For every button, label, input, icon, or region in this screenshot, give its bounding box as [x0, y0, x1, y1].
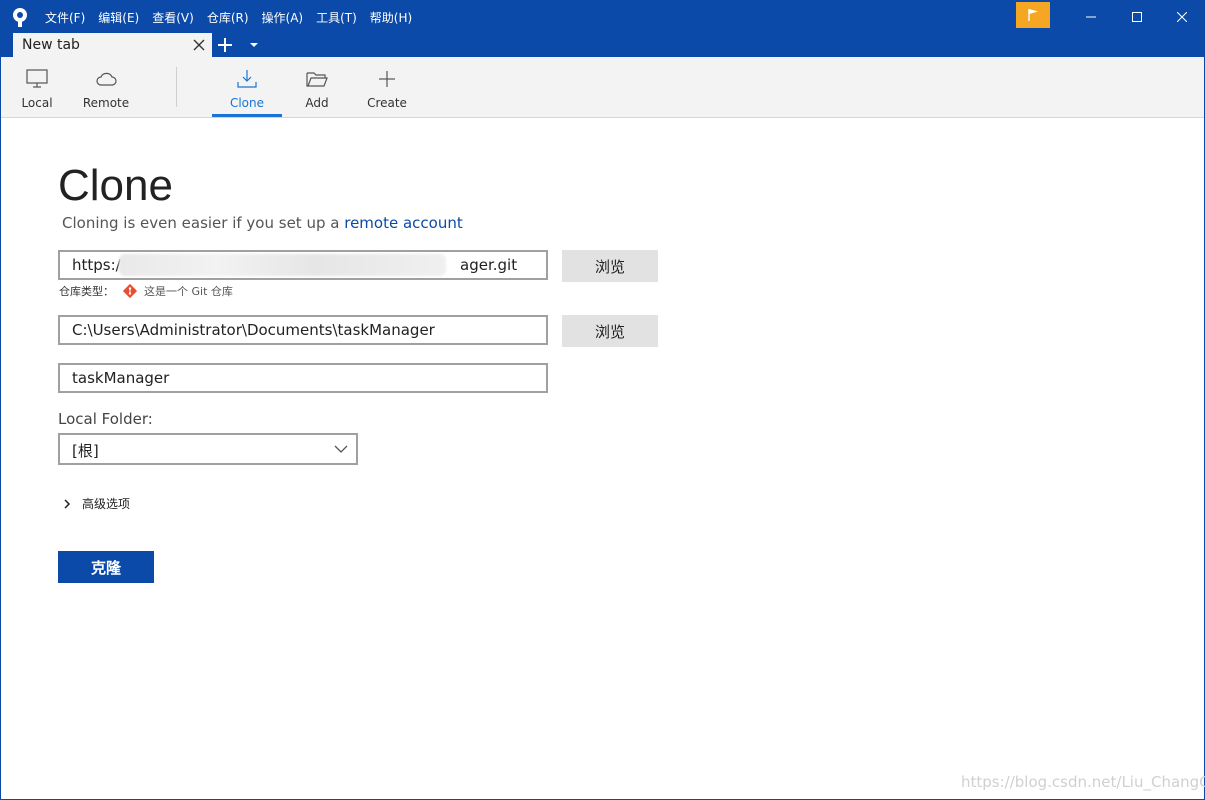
repo-type-indicator: 仓库类型： 这是一个 Git 仓库 [59, 283, 233, 299]
close-icon [1177, 12, 1187, 22]
local-folder-label: Local Folder: [58, 410, 153, 428]
clone-button[interactable]: 克隆 [58, 551, 154, 583]
toolbar-create-label: Create [367, 96, 407, 110]
toolbar-remote-label: Remote [82, 96, 130, 110]
toolbar-create-button[interactable]: Create [360, 57, 414, 117]
toolbar-add-label: Add [305, 96, 329, 110]
menu-help[interactable]: 帮助(H) [370, 9, 412, 26]
download-icon [237, 70, 257, 88]
menu-repository[interactable]: 仓库(R) [207, 9, 249, 26]
cloud-icon [96, 72, 117, 86]
toolbar-separator [176, 67, 177, 107]
chevron-down-icon [334, 445, 348, 453]
page-subtitle: Cloning is even easier if you set up a r… [62, 214, 463, 232]
remote-account-link[interactable]: remote account [344, 214, 463, 232]
sourcetree-logo-icon [13, 8, 27, 27]
destination-path-input[interactable]: C:\Users\Administrator\Documents\taskMan… [58, 315, 548, 345]
flag-icon [1028, 9, 1038, 21]
git-icon [122, 283, 138, 299]
browse-source-button[interactable]: 浏览 [562, 250, 658, 282]
repo-type-value: 这是一个 Git 仓库 [144, 285, 233, 298]
local-folder-select[interactable]: [根] [58, 433, 358, 465]
browse-destination-button[interactable]: 浏览 [562, 315, 658, 347]
tab-menu-chevron-down-icon[interactable] [249, 41, 259, 49]
chevron-right-icon [64, 498, 71, 509]
toolbar-remote-button[interactable]: Remote [77, 57, 135, 117]
folder-open-icon [306, 72, 328, 87]
maximize-button[interactable] [1114, 1, 1160, 33]
source-url-start: https:/ [72, 256, 121, 274]
notification-flag-button[interactable] [1016, 2, 1050, 28]
toolbar-clone-label: Clone [229, 96, 265, 110]
toolbar-clone-button[interactable]: Clone [212, 57, 282, 117]
source-url-end: ager.git [460, 256, 518, 274]
plus-icon [379, 71, 395, 87]
add-tab-icon[interactable] [216, 36, 234, 54]
toolbar-add-button[interactable]: Add [292, 57, 342, 117]
minimize-button[interactable] [1068, 1, 1114, 33]
toolbar: Local Remote Clone Add Create [1, 57, 1204, 118]
menu-view[interactable]: 查看(V) [152, 9, 194, 26]
minimize-icon [1086, 16, 1096, 18]
toolbar-local-button[interactable]: Local [12, 57, 62, 117]
menu-actions[interactable]: 操作(A) [262, 9, 304, 26]
bookmark-name-input[interactable]: taskManager [58, 363, 548, 393]
app-window: 文件(F) 编辑(E) 查看(V) 仓库(R) 操作(A) 工具(T) 帮助(H… [0, 0, 1205, 800]
monitor-icon [26, 69, 48, 88]
local-folder-value: [根] [72, 442, 99, 460]
tab-strip: New tab [1, 33, 1204, 57]
subtitle-text: Cloning is even easier if you set up a [62, 214, 340, 232]
close-window-button[interactable] [1159, 1, 1205, 33]
tab-new-tab[interactable]: New tab [13, 33, 212, 57]
watermark-text: https://blog.csdn.net/Liu_ChangC [961, 773, 1205, 791]
menu-tools[interactable]: 工具(T) [316, 9, 357, 26]
tab-label: New tab [22, 37, 80, 53]
redacted-url-mask [119, 254, 446, 276]
menu-file[interactable]: 文件(F) [45, 9, 85, 26]
tab-close-icon[interactable] [192, 38, 206, 52]
title-bar: 文件(F) 编辑(E) 查看(V) 仓库(R) 操作(A) 工具(T) 帮助(H… [1, 1, 1204, 33]
menu-edit[interactable]: 编辑(E) [98, 9, 139, 26]
repo-type-label: 仓库类型： [59, 285, 114, 298]
menu-bar: 文件(F) 编辑(E) 查看(V) 仓库(R) 操作(A) 工具(T) 帮助(H… [45, 1, 425, 33]
maximize-icon [1132, 12, 1142, 22]
advanced-options-toggle[interactable]: 高级选项 [63, 495, 130, 512]
page-title: Clone [58, 161, 173, 210]
toolbar-local-label: Local [21, 96, 53, 110]
advanced-options-label: 高级选项 [82, 497, 131, 511]
